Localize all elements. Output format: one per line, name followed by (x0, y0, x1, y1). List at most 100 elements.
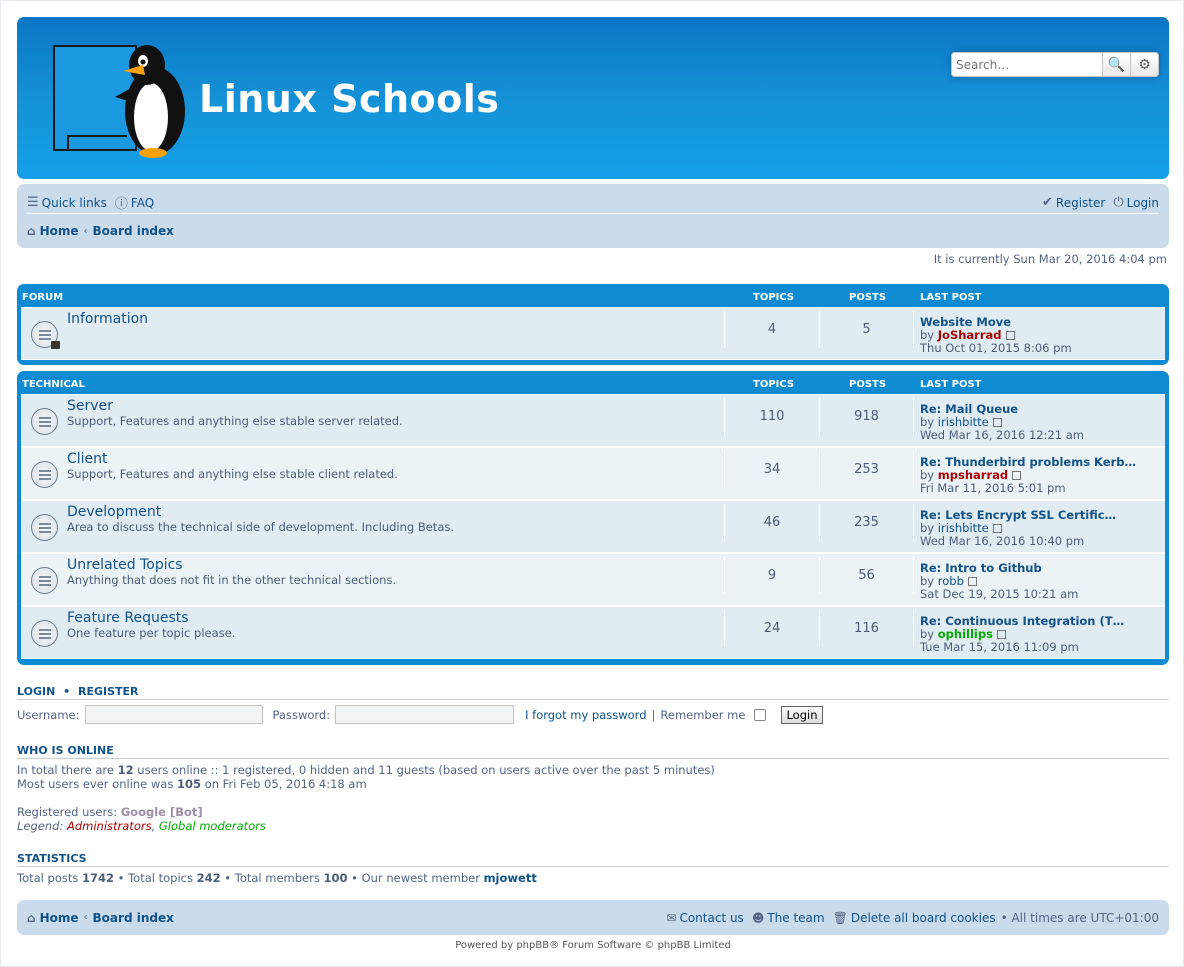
password-field[interactable] (335, 705, 515, 724)
chevron-left-icon: ‹ (83, 912, 88, 923)
last-post-title[interactable]: Re: Mail Queue (920, 402, 1018, 416)
quick-links-menu[interactable]: ☰ Quick links (27, 195, 107, 210)
forum-description: Support, Features and anything else stab… (67, 467, 398, 481)
topics-count: 4 (724, 311, 820, 348)
view-latest-post-icon[interactable] (1012, 471, 1022, 480)
view-latest-post-icon[interactable] (967, 577, 977, 586)
remember-me-label: Remember me (660, 707, 746, 722)
forum-title[interactable]: Development (67, 504, 161, 520)
last-post-user[interactable]: mpsharrad (938, 468, 1008, 482)
newest-member-link[interactable]: mjowett (484, 871, 537, 885)
last-post-title[interactable]: Website Move (920, 315, 1011, 329)
last-post-title[interactable]: Re: Continuous Integration (T… (920, 614, 1124, 628)
breadcrumb-board-index[interactable]: Board index (93, 224, 174, 238)
search-input[interactable] (951, 52, 1103, 77)
hamburger-icon: ☰ (27, 195, 39, 210)
bot-user[interactable]: Google [Bot] (121, 805, 203, 819)
view-latest-post-icon[interactable] (996, 630, 1006, 639)
remember-me-checkbox[interactable] (754, 708, 767, 721)
register-link[interactable]: ✔ Register (1042, 195, 1105, 210)
topics-count: 110 (724, 398, 820, 435)
view-latest-post-icon[interactable] (992, 418, 1002, 427)
legend-global-moderators[interactable]: Global moderators (159, 819, 266, 833)
forgot-password-link[interactable]: I forgot my password (525, 708, 646, 722)
category-title[interactable]: Forum (22, 292, 63, 303)
last-post-title[interactable]: Re: Lets Encrypt SSL Certific… (920, 508, 1116, 522)
forum-read-locked-icon (31, 321, 60, 349)
last-post: Re: Mail Queue by irishbitte Wed Mar 16,… (920, 402, 1084, 442)
category-technical: Technical Topics Posts Last post Server … (17, 371, 1169, 665)
faq-link[interactable]: ⓘ FAQ (115, 193, 154, 213)
register-heading-link[interactable]: Register (78, 685, 139, 698)
col-topics: Topics (753, 379, 795, 390)
the-team-link[interactable]: ☻ The team (752, 911, 825, 925)
forum-row: Feature Requests One feature per topic p… (21, 606, 1165, 659)
last-post-title[interactable]: Re: Thunderbird problems Kerb… (920, 455, 1136, 469)
last-post: Re: Intro to Github by robb Sat Dec 19, … (920, 561, 1079, 601)
last-post-title[interactable]: Re: Intro to Github (920, 561, 1042, 575)
forum-row: Client Support, Features and anything el… (21, 447, 1165, 500)
forum-title[interactable]: Server (67, 398, 113, 414)
forum-description: Area to discuss the technical side of de… (67, 520, 455, 534)
view-latest-post-icon[interactable] (1005, 331, 1015, 340)
contact-us-link[interactable]: ✉ Contact us (666, 911, 743, 925)
forum-row: Unrelated Topics Anything that does not … (21, 553, 1165, 606)
home-icon: ⌂ (27, 224, 36, 238)
divider (17, 866, 1169, 867)
breadcrumb-home[interactable]: ⌂ Home (27, 224, 79, 238)
timezone-info: • All times are UTC+01:00 (1000, 910, 1159, 925)
online-summary: In total there are 12 users online :: 1 … (17, 763, 715, 777)
group-legend: Legend: Administrators, Global moderator… (17, 819, 266, 833)
topics-count: 24 (724, 610, 820, 647)
statistics-heading: Statistics (17, 852, 87, 865)
last-post-date: Tue Mar 15, 2016 11:09 pm (920, 640, 1079, 654)
search-box: 🔍 ⚙ (951, 52, 1159, 77)
last-post-user[interactable]: irishbitte (938, 415, 989, 429)
forum-description: One feature per topic please. (67, 626, 236, 640)
forum-row: Development Area to discuss the technica… (21, 500, 1165, 553)
forum-description: Anything that does not fit in the other … (67, 573, 397, 587)
magnifier-icon: 🔍 (1107, 56, 1126, 73)
who-is-online-heading[interactable]: Who is online (17, 744, 114, 757)
last-post-user[interactable]: robb (938, 574, 964, 588)
last-post-user[interactable]: irishbitte (938, 521, 989, 535)
posts-count: 56 (820, 557, 914, 594)
username-label: Username: (17, 707, 80, 722)
login-heading: Login • Register (17, 685, 139, 698)
advanced-search-button[interactable]: ⚙ (1131, 52, 1159, 77)
username-field[interactable] (84, 705, 263, 724)
online-record: Most users ever online was 105 on Fri Fe… (17, 777, 367, 791)
last-post-user[interactable]: ophillips (938, 627, 993, 641)
view-latest-post-icon[interactable] (992, 524, 1002, 533)
login-button[interactable]: Login (781, 705, 823, 724)
posts-count: 116 (820, 610, 914, 647)
breadcrumb-board-index[interactable]: Board index (93, 911, 174, 925)
last-post: Re: Thunderbird problems Kerb… by mpshar… (920, 455, 1136, 495)
forum-read-icon (31, 408, 58, 435)
col-last-post: Last post (920, 379, 982, 390)
forum-description: Support, Features and anything else stab… (67, 414, 403, 428)
last-post-date: Thu Oct 01, 2015 8:06 pm (920, 341, 1072, 355)
search-button[interactable]: 🔍 (1103, 52, 1131, 77)
forum-title[interactable]: Unrelated Topics (67, 557, 183, 573)
login-link[interactable]: ⏻ Login (1113, 195, 1159, 210)
forum-title[interactable]: Client (67, 451, 108, 467)
forum-title[interactable]: Feature Requests (67, 610, 189, 626)
topics-count: 46 (724, 504, 820, 541)
home-icon: ⌂ (27, 910, 36, 925)
forum-read-icon (31, 620, 58, 647)
last-post-user[interactable]: JoSharrad (938, 328, 1002, 342)
last-post-date: Sat Dec 19, 2015 10:21 am (920, 587, 1079, 601)
forum-title[interactable]: Information (67, 311, 148, 327)
site-title[interactable]: Linux Schools (199, 77, 499, 121)
category-title[interactable]: Technical (22, 379, 85, 390)
breadcrumb-home[interactable]: ⌂ Home (27, 911, 79, 925)
posts-count: 235 (820, 504, 914, 541)
password-label: Password: (272, 707, 331, 722)
site-header: Linux Schools 🔍 ⚙ (17, 17, 1169, 179)
delete-cookies-link[interactable]: 🗑 Delete all board cookies (833, 911, 996, 925)
col-posts: Posts (849, 379, 887, 390)
legend-administrators[interactable]: Administrators (67, 819, 152, 833)
login-heading-link[interactable]: Login (17, 685, 55, 698)
last-post-date: Fri Mar 11, 2016 5:01 pm (920, 481, 1066, 495)
